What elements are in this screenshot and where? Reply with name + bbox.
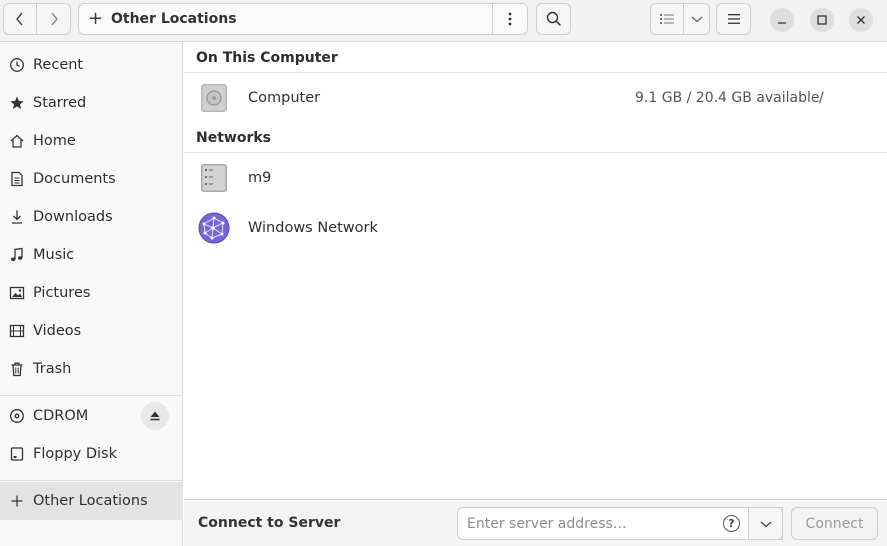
sidebar-separator: [0, 395, 183, 396]
disc-icon: [8, 407, 26, 425]
locations-list: On This Computer Computer 9.1 GB / 20.4 …: [184, 43, 887, 499]
storage-info: 9.1 GB / 20.4 GB available: [635, 90, 820, 106]
view-options-dropdown[interactable]: [683, 3, 710, 35]
home-icon: [8, 132, 26, 150]
hamburger-menu-icon: [727, 14, 740, 24]
close-button[interactable]: [849, 8, 873, 32]
list-view-button[interactable]: [650, 3, 684, 35]
sidebar-item-videos[interactable]: Videos: [0, 312, 183, 350]
vertical-dots-icon: [508, 12, 512, 26]
music-note-icon: [8, 246, 26, 264]
main-menu-button[interactable]: [716, 3, 751, 35]
document-icon: [8, 170, 26, 188]
star-icon: [8, 94, 26, 112]
clock-icon: [8, 56, 26, 74]
back-button[interactable]: [3, 3, 37, 35]
location-name: Computer: [248, 90, 321, 106]
plus-icon: +: [88, 8, 104, 29]
section-title-on-this-computer: On This Computer: [196, 50, 338, 66]
sidebar-item-label: Downloads: [33, 209, 113, 225]
sidebar-item-starred[interactable]: Starred: [0, 84, 183, 122]
list-view-icon: [660, 14, 674, 24]
header-bar: + Other Locations: [0, 0, 887, 42]
sidebar-item-cdrom[interactable]: CDROM: [0, 397, 183, 435]
sidebar-item-label: CDROM: [33, 408, 89, 424]
picture-icon: [8, 284, 26, 302]
connect-to-server-bar: Connect to Server ? Connect: [184, 499, 887, 546]
location-name: m9: [248, 170, 272, 186]
connect-button[interactable]: Connect: [791, 507, 878, 540]
film-icon: [8, 322, 26, 340]
trash-icon: [8, 360, 26, 378]
path-label: Other Locations: [111, 11, 237, 27]
sidebar-item-trash[interactable]: Trash: [0, 350, 183, 388]
sidebar-item-label: Videos: [33, 323, 82, 339]
minimize-icon: [778, 22, 786, 24]
sidebar-item-label: Documents: [33, 171, 116, 187]
help-icon[interactable]: ?: [723, 515, 740, 532]
connect-to-server-label: Connect to Server: [198, 515, 341, 531]
sidebar-item-label: Other Locations: [33, 493, 148, 509]
sidebar-item-recent[interactable]: Recent: [0, 46, 183, 84]
maximize-icon: [817, 15, 827, 25]
chevron-right-icon: [50, 12, 58, 26]
minimize-button[interactable]: [770, 8, 794, 32]
section-title-networks: Networks: [196, 130, 272, 146]
location-row-m9[interactable]: m9: [184, 153, 887, 203]
download-icon: [8, 208, 26, 226]
hard-drive-icon: [201, 84, 227, 112]
eject-button[interactable]: [141, 402, 169, 430]
chevron-down-icon: [760, 521, 771, 527]
sidebar-item-downloads[interactable]: Downloads: [0, 198, 183, 236]
search-button[interactable]: [536, 3, 571, 35]
sidebar-item-label: Pictures: [33, 285, 91, 301]
chevron-down-icon: [691, 16, 702, 23]
sidebar-item-label: Trash: [33, 361, 72, 377]
mount-path: /: [819, 90, 824, 106]
sidebar-item-label: Recent: [33, 57, 84, 73]
sidebar: Recent Starred Home Documents Downloads …: [0, 43, 183, 546]
close-icon: [857, 16, 865, 24]
plus-icon: [8, 492, 26, 510]
path-segment[interactable]: + Other Locations: [79, 4, 494, 34]
recent-servers-dropdown[interactable]: [748, 507, 783, 540]
location-row-computer[interactable]: Computer 9.1 GB / 20.4 GB available /: [184, 73, 887, 123]
maximize-button[interactable]: [810, 8, 834, 32]
sidebar-item-pictures[interactable]: Pictures: [0, 274, 183, 312]
eject-icon: [150, 411, 160, 421]
path-bar[interactable]: + Other Locations: [78, 3, 528, 35]
path-more-button[interactable]: [493, 4, 527, 34]
sidebar-item-home[interactable]: Home: [0, 122, 183, 160]
sidebar-item-label: Music: [33, 247, 75, 263]
sidebar-item-documents[interactable]: Documents: [0, 160, 183, 198]
location-row-windows-network[interactable]: Windows Network: [184, 203, 887, 253]
sidebar-item-floppy-disk[interactable]: Floppy Disk: [0, 435, 183, 473]
sidebar-item-label: Home: [33, 133, 76, 149]
sidebar-separator: [0, 480, 183, 481]
drive-icon: [8, 445, 26, 463]
network-globe-icon: [198, 212, 230, 244]
sidebar-item-other-locations[interactable]: Other Locations: [0, 482, 183, 520]
sidebar-item-label: Starred: [33, 95, 87, 111]
sidebar-item-label: Floppy Disk: [33, 446, 117, 462]
chevron-left-icon: [16, 12, 23, 26]
search-icon: [546, 11, 561, 27]
file-manager-window: + Other Locations Recent Starred Home Do…: [0, 0, 887, 546]
network-server-icon: [201, 164, 227, 192]
forward-button[interactable]: [36, 3, 71, 35]
sidebar-item-music[interactable]: Music: [0, 236, 183, 274]
location-name: Windows Network: [248, 220, 378, 236]
